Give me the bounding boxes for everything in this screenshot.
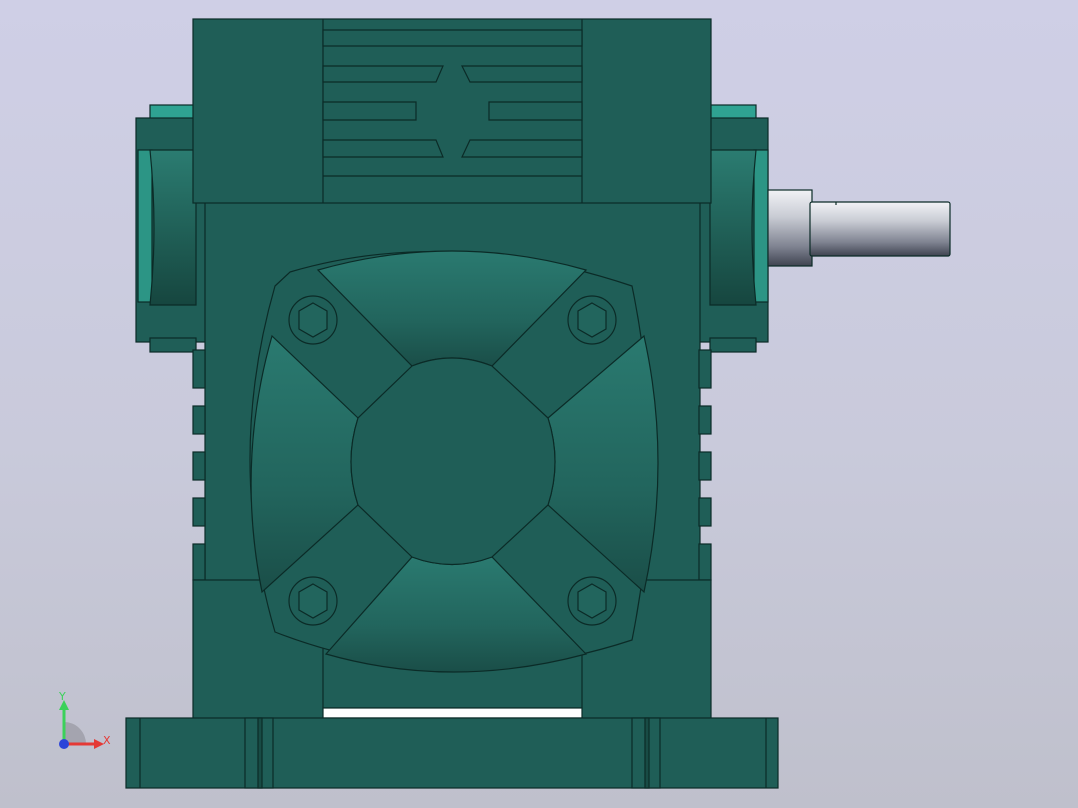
right-cooling-ribs xyxy=(698,349,712,581)
left-cooling-ribs xyxy=(192,349,206,581)
axis-x-label: X xyxy=(103,734,111,747)
output-shaft[interactable] xyxy=(767,189,951,267)
base-plate[interactable] xyxy=(125,717,779,789)
model-canvas[interactable]: Y X xyxy=(0,0,1078,808)
bolt-top-left-icon xyxy=(288,295,338,345)
bolt-bottom-left-icon xyxy=(288,576,338,626)
axis-y-label: Y xyxy=(58,690,66,703)
bolt-top-right-icon xyxy=(567,295,617,345)
bolt-bottom-right-icon xyxy=(567,576,617,626)
axis-triad[interactable]: Y X xyxy=(58,690,111,749)
cad-viewport[interactable]: Y X xyxy=(0,0,1078,808)
top-housing-block[interactable] xyxy=(192,18,712,204)
